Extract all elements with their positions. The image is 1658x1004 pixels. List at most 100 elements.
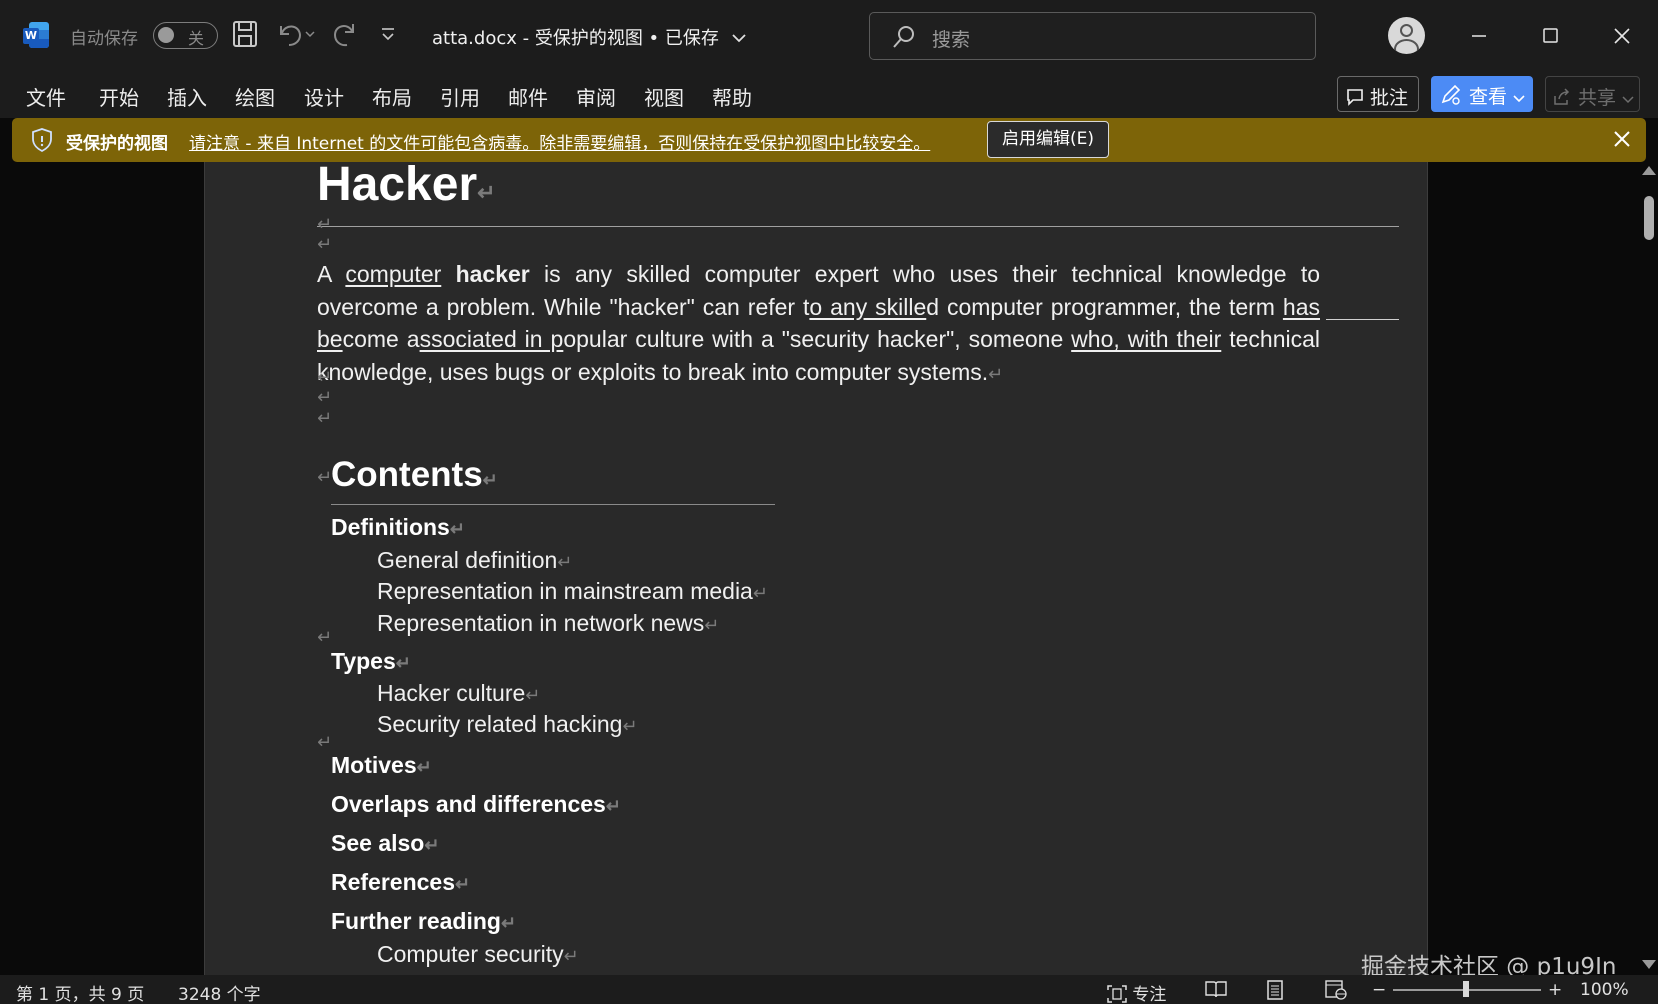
- protected-view-message-link[interactable]: 请注意 - 来自 Internet 的文件可能包含病毒。除非需要编辑，否则保持在…: [189, 129, 930, 154]
- scroll-up-icon[interactable]: [1642, 166, 1656, 175]
- search-icon: [892, 25, 916, 53]
- document-page[interactable]: Hacker↵ ↵ ↵ A computer hacker is any ski…: [204, 162, 1428, 975]
- close-icon[interactable]: [1612, 129, 1632, 153]
- read-mode-icon[interactable]: [1205, 980, 1227, 1003]
- share-label: 共享: [1578, 87, 1617, 109]
- pencil-icon: [1439, 84, 1469, 108]
- tab-draw[interactable]: 绘图: [235, 82, 275, 111]
- tab-help[interactable]: 帮助: [712, 82, 752, 111]
- paragraph-mark: ↵: [317, 467, 333, 488]
- tab-review[interactable]: 审阅: [576, 82, 616, 111]
- word-app-icon[interactable]: W: [23, 22, 49, 48]
- toc-item-definitions[interactable]: Definitions↵: [331, 514, 465, 541]
- tab-view[interactable]: 视图: [644, 82, 684, 111]
- paragraph-mark: ↵: [317, 408, 333, 429]
- shield-icon: [31, 128, 53, 156]
- heading-text: Hacker: [317, 162, 478, 211]
- minimize-button[interactable]: [1459, 18, 1499, 54]
- web-layout-icon[interactable]: [1325, 980, 1347, 1004]
- focus-mode-button[interactable]: 专注: [1107, 980, 1166, 1004]
- toc-item-further-reading[interactable]: Further reading↵: [331, 908, 516, 935]
- paragraph-mark: ↵: [988, 363, 1004, 384]
- zoom-in-button[interactable]: +: [1548, 980, 1562, 1000]
- vertical-scrollbar[interactable]: [1640, 162, 1658, 975]
- document-workspace[interactable]: Hacker↵ ↵ ↵ A computer hacker is any ski…: [0, 162, 1640, 975]
- toc-item-motives[interactable]: Motives↵: [331, 752, 432, 779]
- ribbon-tab-bar: 文件 开始 插入 绘图 设计 布局 引用 邮件 审阅 视图 帮助 批注 查看 共…: [0, 72, 1658, 118]
- comment-icon: [1346, 87, 1370, 109]
- paragraph-mark: ↵: [477, 180, 496, 205]
- paragraph-mark: ↵: [482, 470, 498, 490]
- chevron-down-icon: [731, 28, 747, 49]
- paragraph-mark: ↵: [317, 214, 333, 235]
- paragraph-mark: ↵: [317, 387, 333, 408]
- tab-references[interactable]: 引用: [440, 82, 480, 111]
- comments-label: 批注: [1370, 87, 1409, 109]
- paragraph-mark: ↵: [317, 627, 333, 648]
- tab-file[interactable]: 文件: [26, 82, 66, 111]
- toc-item-general-definition[interactable]: General definition↵: [377, 547, 572, 574]
- word-app-icon-letter: W: [23, 28, 39, 44]
- autosave-toggle[interactable]: 关: [153, 22, 218, 49]
- print-layout-icon[interactable]: [1266, 980, 1284, 1004]
- zoom-slider-thumb[interactable]: [1463, 981, 1469, 997]
- account-avatar[interactable]: [1388, 17, 1425, 54]
- page-count[interactable]: 第 1 页，共 9 页: [16, 980, 144, 1004]
- toc-item-computer-security[interactable]: Computer security↵: [377, 941, 579, 968]
- scroll-down-icon[interactable]: [1642, 960, 1656, 969]
- comments-button[interactable]: 批注: [1337, 76, 1419, 112]
- toc-item-overlaps[interactable]: Overlaps and differences↵: [331, 791, 621, 818]
- paragraph-mark: ↵: [317, 367, 333, 388]
- share-button[interactable]: 共享: [1545, 76, 1640, 112]
- focus-icon: [1107, 985, 1132, 1004]
- document-title[interactable]: atta.docx - 受保护的视图 • 已保存: [432, 24, 747, 50]
- zoom-out-button[interactable]: −: [1372, 980, 1386, 1000]
- protected-view-bar: 受保护的视图 请注意 - 来自 Internet 的文件可能包含病毒。除非需要编…: [12, 118, 1646, 162]
- undo-icon[interactable]: [275, 20, 315, 50]
- scroll-thumb[interactable]: [1644, 196, 1654, 240]
- viewing-mode-label: 查看: [1469, 86, 1508, 108]
- word-count[interactable]: 3248 个字: [178, 980, 261, 1004]
- autosave-label: 自动保存: [70, 29, 138, 49]
- document-heading: Hacker↵: [317, 162, 496, 212]
- save-icon[interactable]: [232, 20, 258, 50]
- enable-editing-button[interactable]: 启用编辑(E): [987, 121, 1109, 158]
- focus-label: 专注: [1132, 985, 1167, 1004]
- tab-mailings[interactable]: 邮件: [508, 82, 548, 111]
- redo-icon[interactable]: [331, 20, 359, 50]
- protected-view-title: 受保护的视图: [66, 134, 168, 154]
- tab-home[interactable]: 开始: [99, 82, 139, 111]
- heading-rule: [317, 226, 1399, 227]
- zoom-level[interactable]: 100%: [1580, 980, 1629, 1000]
- toc-item-see-also[interactable]: See also↵: [331, 830, 439, 857]
- toc-item-mainstream-media[interactable]: Representation in mainstream media↵: [377, 578, 768, 605]
- toc-item-types[interactable]: Types↵: [331, 648, 411, 675]
- title-bar: W 自动保存 关 atta.docx - 受保护的视图 • 已保存 搜索: [0, 0, 1658, 72]
- tab-layout[interactable]: 布局: [372, 82, 412, 111]
- link-associated-in[interactable]: ssociated in p: [420, 326, 564, 352]
- toc-item-network-news[interactable]: Representation in network news↵: [377, 610, 719, 637]
- toc-item-references[interactable]: References↵: [331, 869, 470, 896]
- link-computer[interactable]: computer: [345, 261, 441, 287]
- link-who-with-their[interactable]: who, with their: [1071, 326, 1221, 352]
- close-window-button[interactable]: [1602, 18, 1642, 54]
- document-title-text: atta.docx - 受保护的视图 • 已保存: [432, 28, 719, 49]
- toc-item-hacker-culture[interactable]: Hacker culture↵: [377, 680, 540, 707]
- bold-hacker: hacker: [455, 261, 530, 287]
- tab-design[interactable]: 设计: [304, 82, 344, 111]
- customize-toolbar-icon[interactable]: [380, 20, 396, 50]
- toc-item-security-hacking[interactable]: Security related hacking↵: [377, 711, 638, 738]
- contents-rule: [331, 504, 775, 505]
- tab-insert[interactable]: 插入: [167, 82, 207, 111]
- paragraph-mark: ↵: [317, 234, 333, 255]
- autosave-state: 关: [188, 29, 205, 48]
- paragraph-mark: ↵: [317, 732, 333, 753]
- search-box[interactable]: 搜索: [869, 12, 1316, 60]
- maximize-button[interactable]: [1530, 18, 1570, 54]
- status-bar: 第 1 页，共 9 页 3248 个字 专注 − + 100%: [0, 975, 1658, 1004]
- contents-heading: Contents↵: [331, 455, 498, 495]
- search-placeholder: 搜索: [932, 29, 971, 51]
- chevron-down-icon: [1513, 86, 1525, 108]
- link-any-skilled[interactable]: o any skille: [809, 294, 926, 320]
- viewing-mode-button[interactable]: 查看: [1431, 76, 1533, 112]
